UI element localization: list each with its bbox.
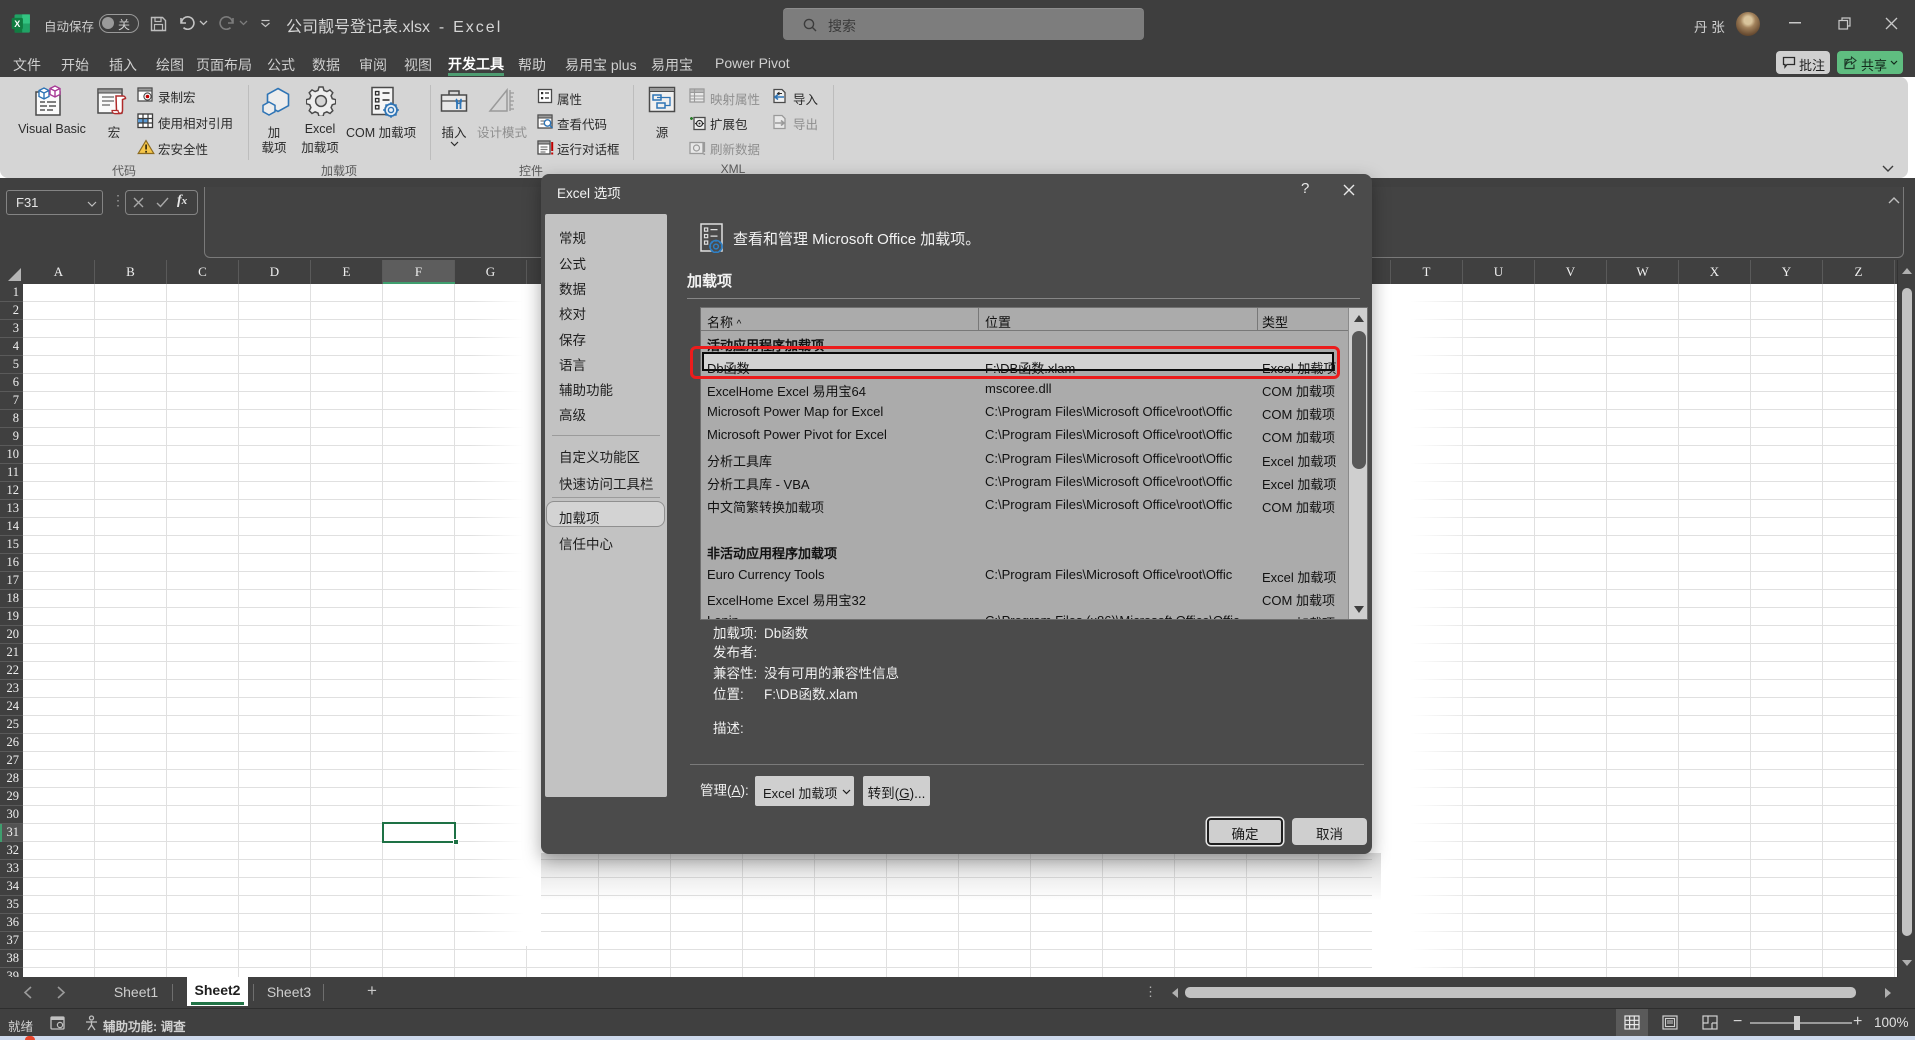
svg-text:X: X bbox=[14, 19, 20, 29]
